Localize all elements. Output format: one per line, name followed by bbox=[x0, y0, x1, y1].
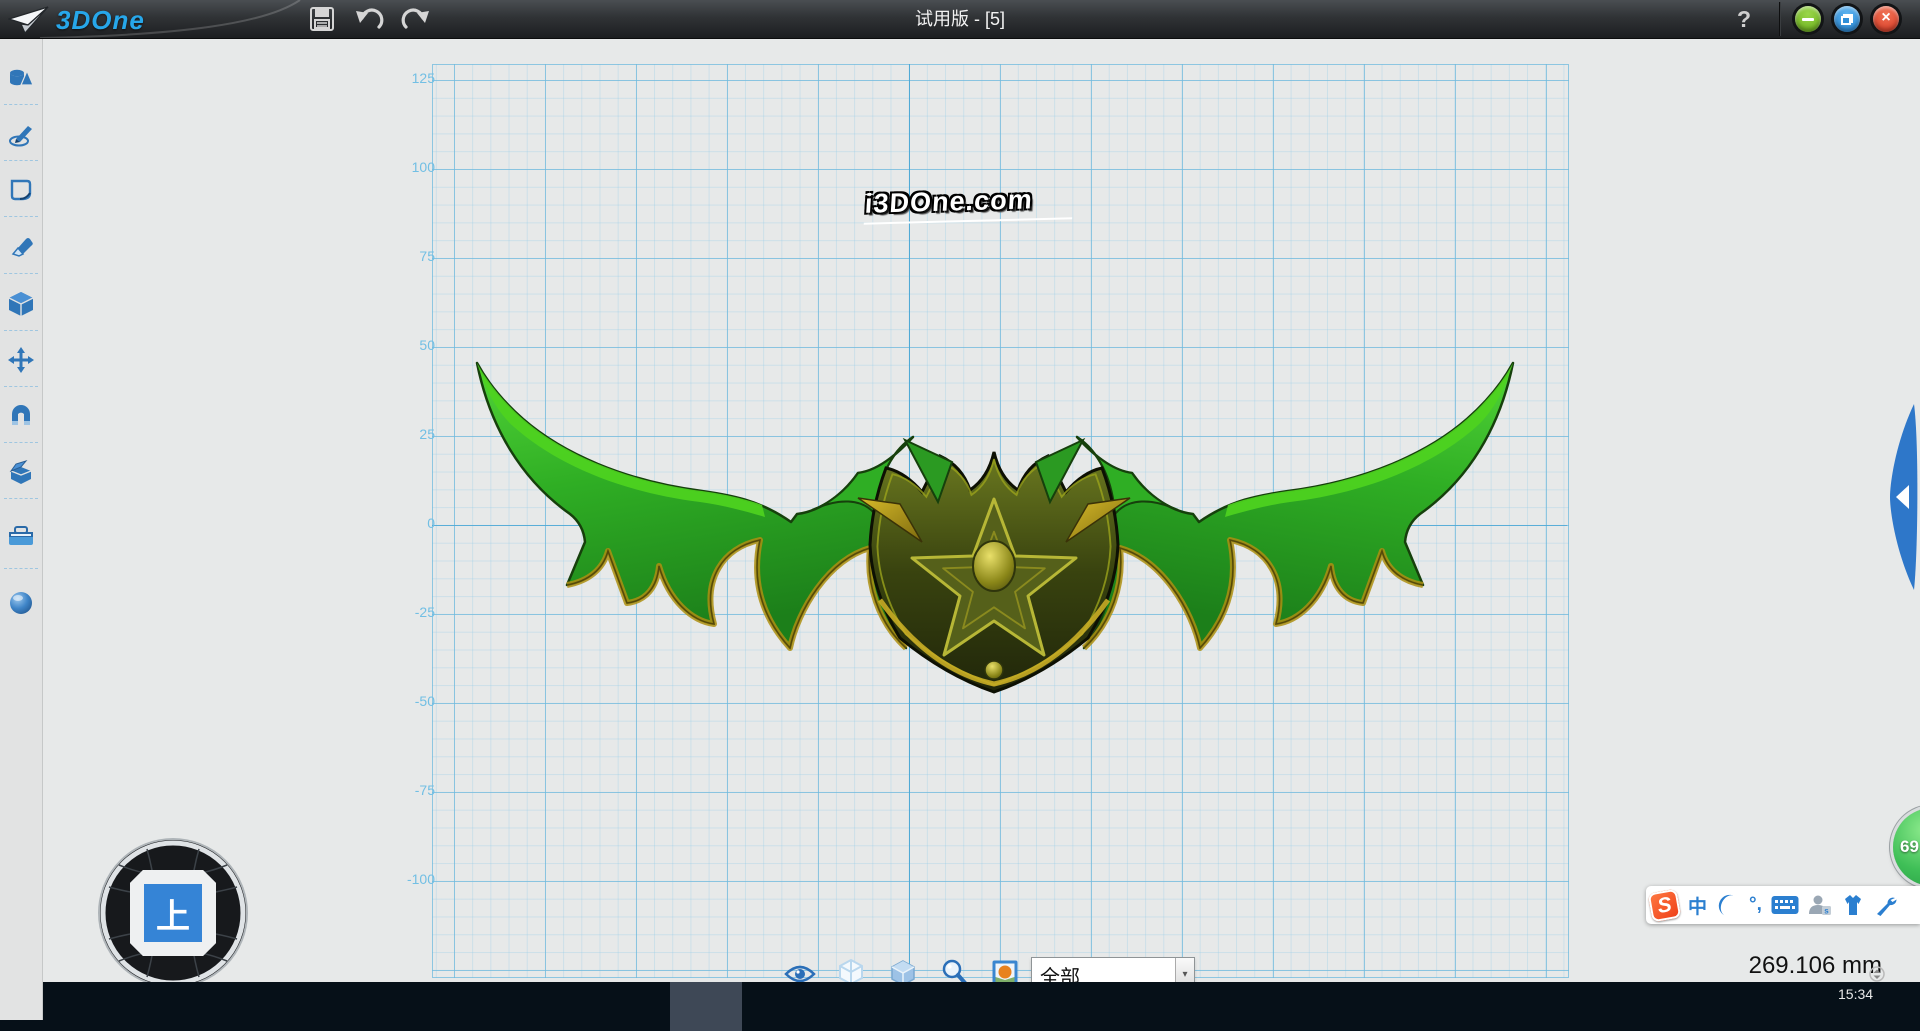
view-cube-face-label[interactable]: 上 bbox=[144, 884, 202, 942]
sphere-icon bbox=[8, 590, 34, 616]
soft-keyboard-icon[interactable] bbox=[1771, 895, 1799, 915]
sidebar-item-material-sphere[interactable] bbox=[0, 583, 42, 623]
view-cube-face[interactable]: 上 bbox=[130, 870, 216, 956]
y-axis-label: -75 bbox=[383, 782, 435, 798]
sidebar-item-sketch-edit[interactable] bbox=[0, 170, 42, 210]
y-axis-label: 125 bbox=[383, 70, 435, 86]
sidebar-item-primitive-solids[interactable] bbox=[0, 58, 42, 98]
y-axis-label: 25 bbox=[383, 426, 435, 442]
os-taskbar[interactable]: 15:34 bbox=[0, 982, 1920, 1031]
taskbar-clock: 15:34 bbox=[1838, 986, 1873, 1002]
sidebar-item-sketch-draw[interactable] bbox=[0, 115, 42, 155]
ime-lang-toggle[interactable]: 中 bbox=[1688, 892, 1707, 919]
y-axis-label: -25 bbox=[383, 604, 435, 620]
ime-punctuation-toggle[interactable]: °, bbox=[1749, 894, 1762, 916]
half-moon-icon[interactable] bbox=[1716, 893, 1740, 917]
sidebar-separator bbox=[4, 386, 38, 387]
panel-slide-tab[interactable] bbox=[1888, 404, 1920, 590]
eraser-icon bbox=[8, 234, 34, 260]
sidebar-item-special-edit[interactable] bbox=[0, 227, 42, 267]
sidebar-item-move-transform[interactable] bbox=[0, 340, 42, 380]
user-account-icon[interactable]: s bbox=[1808, 893, 1832, 917]
y-axis-label: 100 bbox=[383, 159, 435, 175]
toolbox-icon bbox=[7, 525, 35, 547]
model-winged-emblem[interactable] bbox=[440, 350, 1560, 710]
tool-sidebar bbox=[0, 38, 43, 1020]
y-axis-label: -100 bbox=[383, 871, 435, 887]
titlebar-separator bbox=[1779, 2, 1780, 36]
ime-toolbar: S 中 °, s bbox=[1646, 886, 1920, 924]
minimize-button[interactable] bbox=[1795, 6, 1821, 32]
notification-badge-value: 69 bbox=[1900, 837, 1919, 857]
pencil-sketch-icon bbox=[8, 122, 34, 148]
primitives-icon bbox=[8, 65, 34, 91]
taskbar-item[interactable] bbox=[670, 982, 742, 1031]
magnet-icon bbox=[8, 403, 34, 429]
view-cube-navigator[interactable]: 上 bbox=[95, 835, 251, 991]
svg-text:s: s bbox=[1824, 907, 1829, 916]
unit-spinner-icon[interactable] bbox=[1869, 965, 1885, 983]
sidebar-separator bbox=[4, 442, 38, 443]
sidebar-separator bbox=[4, 160, 38, 161]
close-button[interactable]: × bbox=[1873, 6, 1899, 32]
solid-cube-icon bbox=[8, 291, 34, 317]
sidebar-item-measure-toolbox[interactable] bbox=[0, 516, 42, 556]
skin-shirt-icon[interactable] bbox=[1841, 893, 1865, 917]
sidebar-item-snap-magnet[interactable] bbox=[0, 396, 42, 436]
window-title: 试用版 - [5] bbox=[0, 0, 1920, 38]
watermark-text: i3DOne.com bbox=[864, 183, 1075, 224]
y-axis-label: 0 bbox=[383, 515, 435, 531]
viewport-3d[interactable]: 125 100 75 50 25 0 -25 -50 -75 -100 -125… bbox=[43, 38, 1920, 1020]
sidebar-separator bbox=[4, 568, 38, 569]
sidebar-item-combine-box[interactable] bbox=[0, 452, 42, 492]
restore-button[interactable] bbox=[1834, 6, 1860, 32]
measurement-readout: 269.106 mm bbox=[1749, 952, 1882, 980]
sidebar-separator bbox=[4, 498, 38, 499]
settings-wrench-icon[interactable] bbox=[1874, 893, 1898, 917]
move-arrows-icon bbox=[8, 347, 34, 373]
open-box-icon bbox=[8, 459, 34, 485]
sidebar-separator bbox=[4, 273, 38, 274]
sidebar-item-feature-modeling[interactable] bbox=[0, 284, 42, 324]
y-axis-label: 75 bbox=[383, 248, 435, 264]
application-window: 125 100 75 50 25 0 -25 -50 -75 -100 -125… bbox=[0, 0, 1920, 1031]
sidebar-separator bbox=[4, 330, 38, 331]
y-axis-label: -50 bbox=[383, 693, 435, 709]
y-axis-label: 50 bbox=[383, 337, 435, 353]
sogou-logo[interactable]: S bbox=[1648, 888, 1682, 922]
help-button[interactable]: ? bbox=[1728, 0, 1760, 38]
sidebar-separator bbox=[4, 216, 38, 217]
sidebar-separator bbox=[4, 104, 38, 105]
title-bar: 3DOne 试用版 - [5] ? × bbox=[0, 0, 1920, 39]
rounded-rect-curve-icon bbox=[8, 177, 34, 203]
